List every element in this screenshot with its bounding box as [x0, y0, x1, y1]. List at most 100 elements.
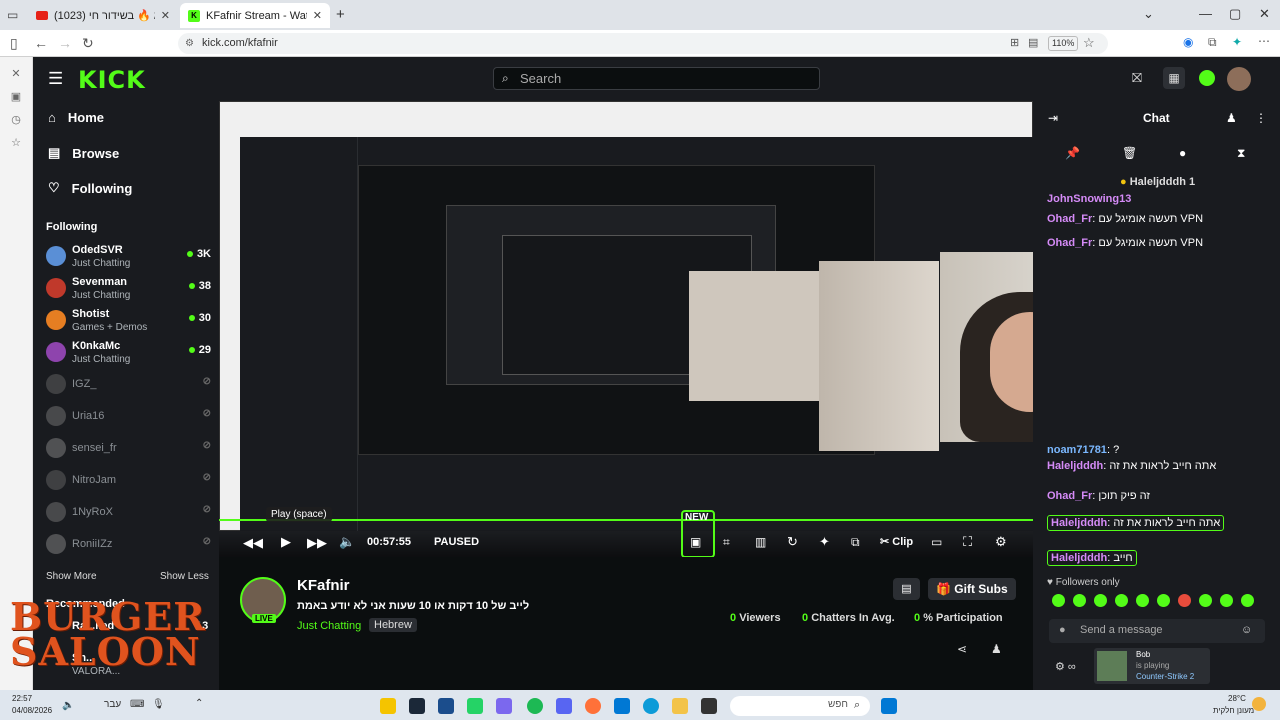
kick-logo[interactable]: KICK: [78, 66, 146, 94]
emote-icon[interactable]: [1073, 594, 1086, 607]
show-more-button[interactable]: Show More: [46, 571, 97, 582]
tab-kick[interactable]: K KFafnir Stream - Watch Live ✕: [180, 3, 330, 28]
volume-icon[interactable]: 🔈: [339, 534, 355, 550]
stats-icon[interactable]: ▥: [755, 535, 766, 549]
subscriptions-icon[interactable]: ⛝: [1132, 70, 1142, 86]
chat-user[interactable]: JohnSnowing13: [1047, 193, 1131, 205]
copilot-icon[interactable]: ✦: [1232, 35, 1242, 49]
emoji-icon[interactable]: ☺: [1241, 624, 1252, 636]
site-info-icon[interactable]: ⚙: [185, 33, 194, 54]
teams-icon[interactable]: [496, 698, 512, 714]
new-tab-icon[interactable]: +: [336, 6, 345, 23]
clip-button[interactable]: ✂ Clip: [880, 535, 913, 548]
kick-coin-icon[interactable]: [1199, 70, 1215, 86]
rewind-icon[interactable]: ◀◀: [243, 535, 263, 551]
pip-icon[interactable]: ⧉: [851, 535, 860, 550]
reader-icon[interactable]: ▤: [1028, 36, 1038, 49]
stream-tag[interactable]: Hebrew: [369, 618, 417, 632]
nav-home[interactable]: ⌂ Home: [48, 110, 104, 125]
chat-user[interactable]: Ohad_Fr: [1047, 237, 1092, 249]
zoom-level[interactable]: 110%: [1048, 36, 1079, 51]
vpn-icon[interactable]: ◉: [1183, 35, 1193, 49]
chat-user[interactable]: Haleljdddh: [1051, 517, 1107, 529]
spotify-icon[interactable]: [527, 698, 543, 714]
favorite-icon[interactable]: ☆: [1083, 35, 1095, 51]
discord-icon[interactable]: [556, 698, 572, 714]
store-icon[interactable]: [614, 698, 630, 714]
chat-tools-icon[interactable]: ⚙ ∞: [1055, 660, 1076, 673]
channel-item[interactable]: IGZ_ ⊘: [46, 370, 211, 400]
tab-list-icon[interactable]: ⌄: [1143, 6, 1154, 22]
send-message-input[interactable]: ● Send a message ☺: [1049, 619, 1265, 643]
chat-settings-icon[interactable]: ●: [1059, 624, 1066, 636]
dashboard-icon[interactable]: ▦: [1163, 67, 1185, 89]
trash-icon[interactable]: 🗑: [1122, 146, 1137, 160]
steam-icon[interactable]: [409, 698, 425, 714]
nav-following[interactable]: ♡ Following: [48, 180, 132, 196]
show-less-button[interactable]: Show Less: [160, 571, 209, 582]
back-icon[interactable]: ←: [34, 35, 48, 51]
maximize-icon[interactable]: ▢: [1229, 6, 1241, 22]
app-icon[interactable]: [701, 698, 717, 714]
theater-icon[interactable]: ▭: [931, 535, 942, 549]
tray-expand-icon[interactable]: ⌃: [195, 698, 203, 709]
start-icon[interactable]: [881, 698, 897, 714]
video-player[interactable]: [219, 101, 1033, 557]
url-field[interactable]: ⚙ kick.com/kfafnir: [178, 33, 1108, 54]
volume-icon[interactable]: 🔈: [62, 700, 74, 711]
emote-icon[interactable]: [1094, 594, 1107, 607]
taskbar-search[interactable]: חפש ⌕: [730, 696, 870, 716]
emote-icon[interactable]: [1136, 594, 1149, 607]
emote-icon[interactable]: [1052, 594, 1065, 607]
channel-item[interactable]: Uria16 ⊘: [46, 402, 211, 432]
emote-icon[interactable]: [1157, 594, 1170, 607]
progress-bar[interactable]: [219, 519, 1033, 521]
tab-actions-icon[interactable]: ▭: [7, 8, 18, 22]
workspaces-icon[interactable]: ✕: [9, 67, 23, 81]
users-icon[interactable]: ♟: [1226, 111, 1237, 125]
keyboard-icon[interactable]: ⌨: [130, 699, 144, 710]
crop-icon[interactable]: ⌗: [723, 535, 730, 550]
firefox-icon[interactable]: [585, 698, 601, 714]
reload-icon[interactable]: ↻: [82, 35, 94, 52]
forward-icon[interactable]: →: [58, 35, 72, 51]
folder-icon[interactable]: [672, 698, 688, 714]
emote-icon[interactable]: [1115, 594, 1128, 607]
mic-icon[interactable]: 🎙: [152, 699, 165, 710]
hamburger-icon[interactable]: ☰: [48, 69, 63, 89]
search-input[interactable]: ⌕ Search: [493, 67, 820, 90]
forward-icon[interactable]: ▶▶: [307, 535, 327, 551]
collapse-chat-icon[interactable]: ⇥: [1048, 111, 1058, 125]
channel-item[interactable]: NitroJam ⊘: [46, 466, 211, 496]
nav-browse[interactable]: ▤ Browse: [48, 145, 119, 161]
sub-icon[interactable]: ▤: [893, 578, 920, 600]
pin-icon[interactable]: 📌: [1065, 146, 1080, 160]
minimize-icon[interactable]: —: [1199, 6, 1212, 21]
chat-user[interactable]: Ohad_Fr: [1047, 213, 1092, 225]
emote-icon[interactable]: [1241, 594, 1254, 607]
replay-icon[interactable]: ↻: [787, 534, 798, 550]
channel-item[interactable]: Sevenman Just Chatting 38: [46, 274, 211, 304]
chat-bubble-icon[interactable]: ●: [1179, 146, 1186, 160]
window-close-icon[interactable]: ✕: [1259, 6, 1270, 22]
play-icon[interactable]: ▶: [281, 534, 291, 550]
boost-icon[interactable]: ✦: [819, 534, 830, 550]
timer-icon[interactable]: ⧗: [1237, 146, 1245, 161]
tab-youtube[interactable]: קובי אמזלג 🔥 בשידור חי (1023) ✕: [28, 3, 178, 28]
channel-name[interactable]: KFafnir: [297, 577, 350, 594]
edge-icon[interactable]: [643, 698, 659, 714]
record-icon[interactable]: ▣: [690, 535, 701, 549]
follow-icon[interactable]: ♟: [991, 642, 1002, 656]
channel-item[interactable]: OdedSVR Just Chatting 3K: [46, 242, 211, 272]
chat-user[interactable]: Ohad_Fr: [1047, 490, 1092, 502]
install-icon[interactable]: ⊞: [1010, 36, 1019, 49]
close-icon[interactable]: ✕: [161, 9, 170, 22]
friend-notification[interactable]: Bob is playing Counter-Strike 2: [1094, 648, 1210, 684]
channel-item[interactable]: 1NyRoX ⊘: [46, 498, 211, 528]
channel-item[interactable]: K0nkaMc Just Chatting 29: [46, 338, 211, 368]
avatar[interactable]: [1227, 67, 1251, 91]
fullscreen-icon[interactable]: ⛶: [963, 534, 972, 550]
app-icon[interactable]: [438, 698, 454, 714]
menu-icon[interactable]: ⋯: [1258, 34, 1270, 48]
extensions-icon[interactable]: ⧉: [1208, 35, 1217, 50]
